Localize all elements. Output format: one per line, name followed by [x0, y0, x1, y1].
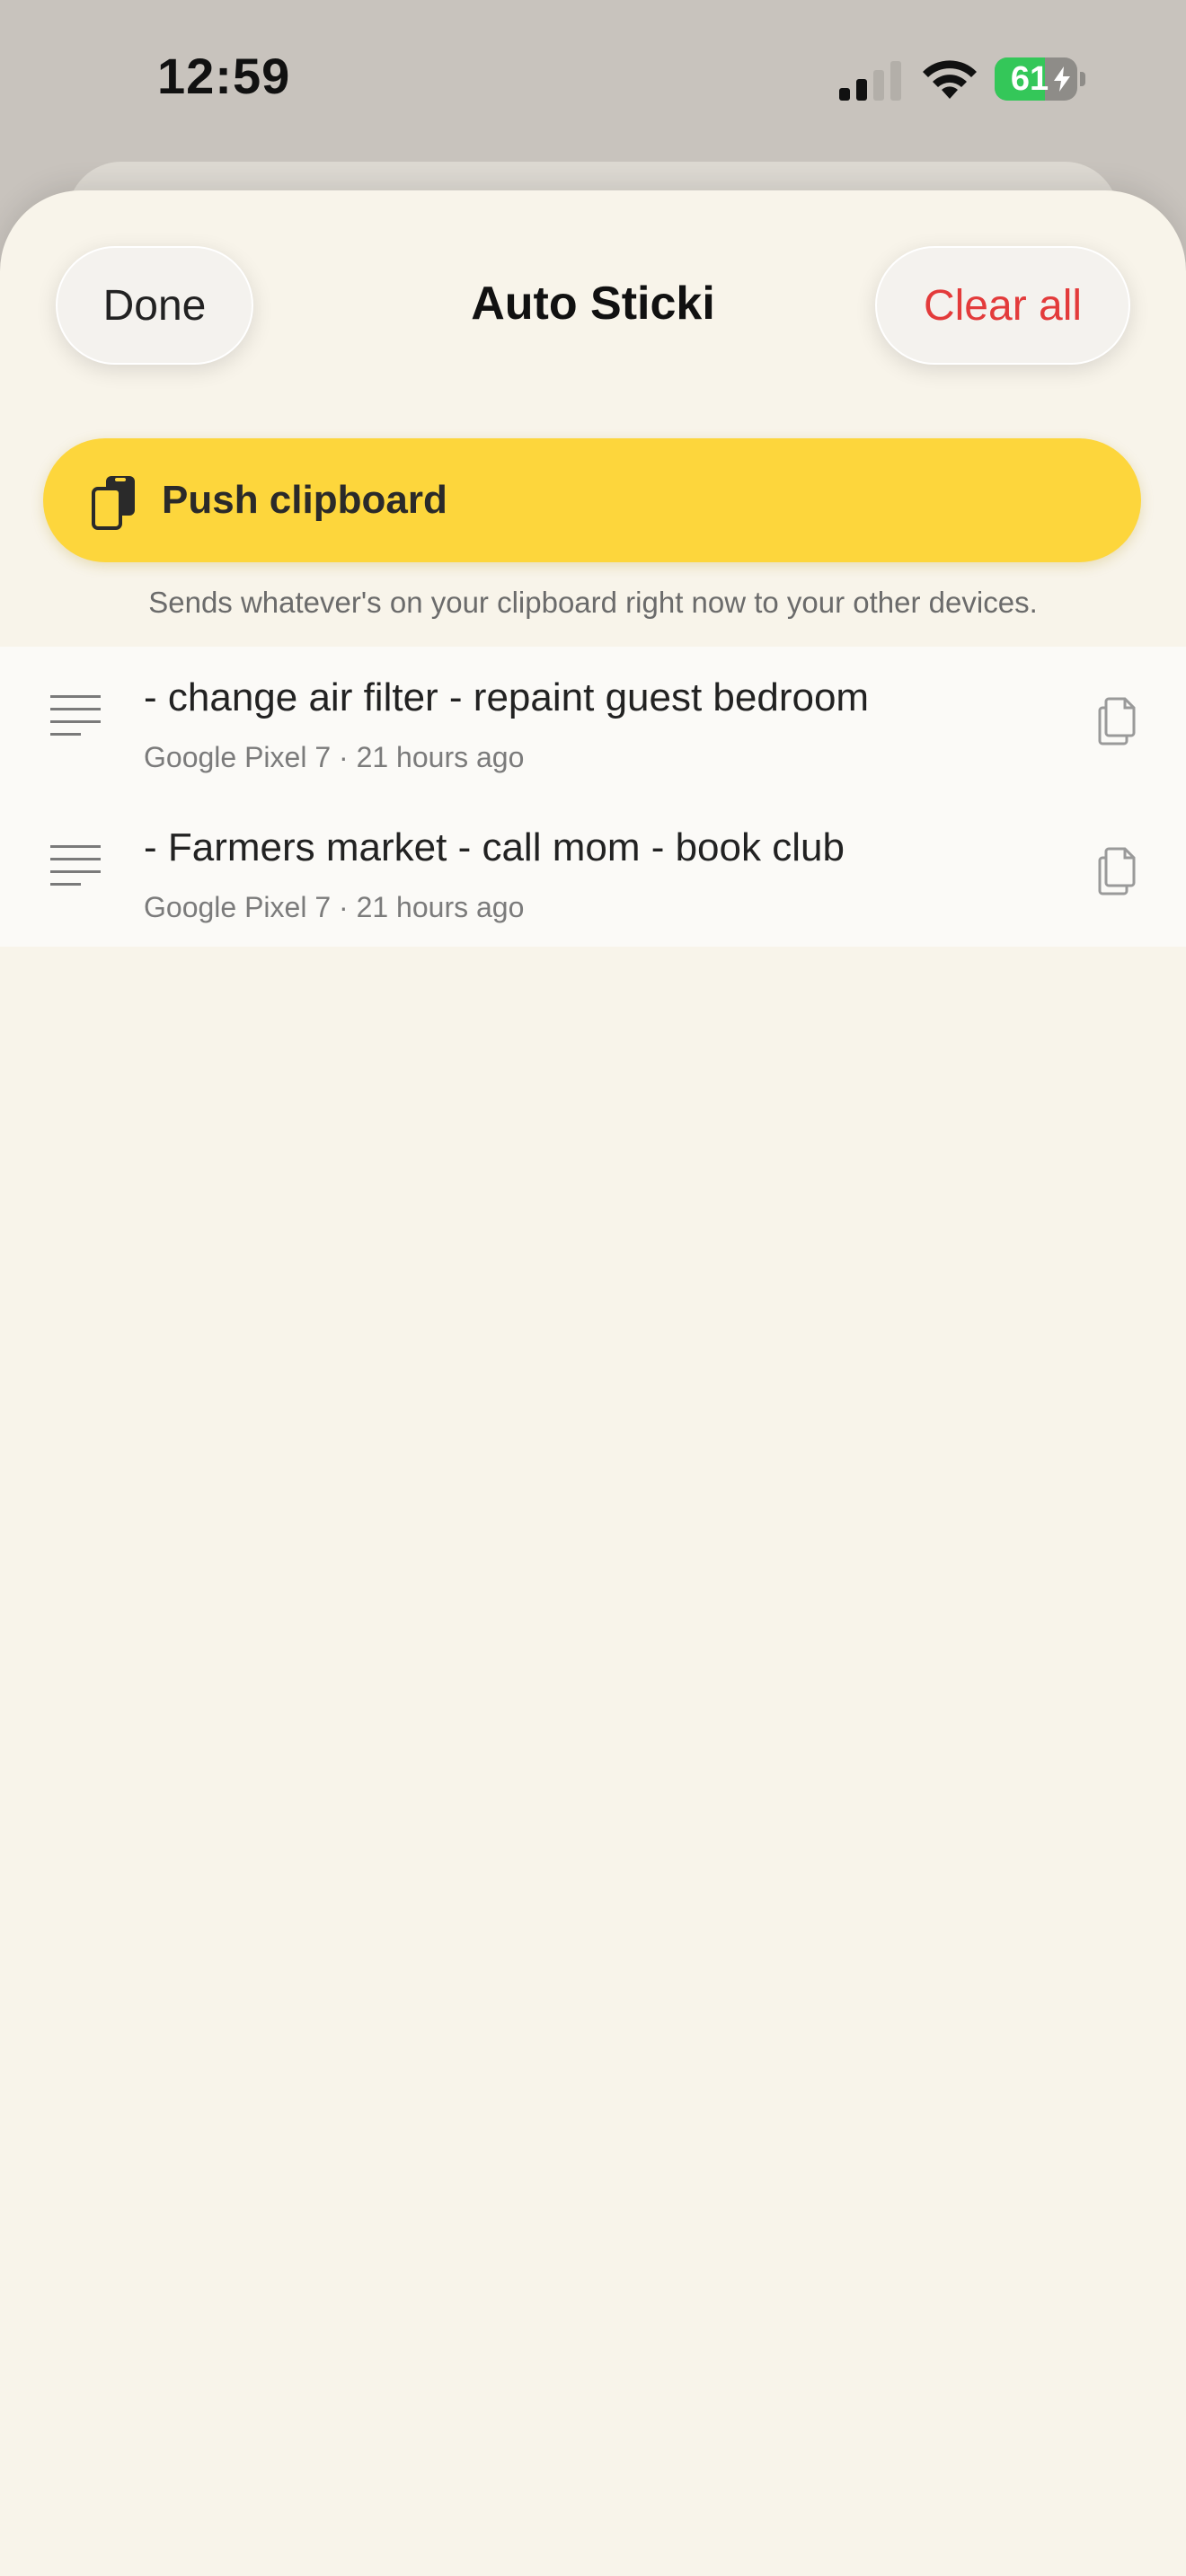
cellular-signal-icon [839, 61, 901, 101]
push-hint: Sends whatever's on your clipboard right… [148, 586, 1038, 619]
list-item[interactable]: - Farmers market - call mom - book club … [0, 797, 1186, 947]
battery-icon: 61 [995, 57, 1077, 101]
status-bar: 12:59 61 [0, 0, 1186, 162]
push-clipboard-label: Push clipboard [162, 478, 447, 522]
item-meta: Google Pixel 7 · 21 hours ago [144, 891, 525, 923]
battery-cap [1080, 72, 1085, 86]
auto-sticki-sheet: Done Auto Sticki Clear all Push clipboar… [0, 190, 1186, 2576]
sheet-header: Done Auto Sticki Clear all [0, 190, 1186, 424]
status-time: 12:59 [157, 48, 291, 104]
clipboard-list: - change air filter - repaint guest bedr… [0, 647, 1186, 947]
charging-bolt-icon [1054, 66, 1070, 92]
item-text: - change air filter - repaint guest bedr… [144, 675, 870, 719]
item-text: - Farmers market - call mom - book club [144, 825, 845, 869]
push-clipboard-button[interactable]: Push clipboard [43, 438, 1141, 562]
item-meta: Google Pixel 7 · 21 hours ago [144, 741, 525, 773]
text-lines-icon [50, 695, 101, 736]
text-lines-icon [50, 845, 101, 886]
clipboard-phone-icon [92, 476, 135, 530]
copy-icon[interactable] [1098, 847, 1137, 895]
clear-all-button[interactable]: Clear all [875, 246, 1130, 365]
wifi-icon [923, 60, 977, 99]
copy-icon[interactable] [1098, 697, 1137, 745]
list-item[interactable]: - change air filter - repaint guest bedr… [0, 647, 1186, 797]
